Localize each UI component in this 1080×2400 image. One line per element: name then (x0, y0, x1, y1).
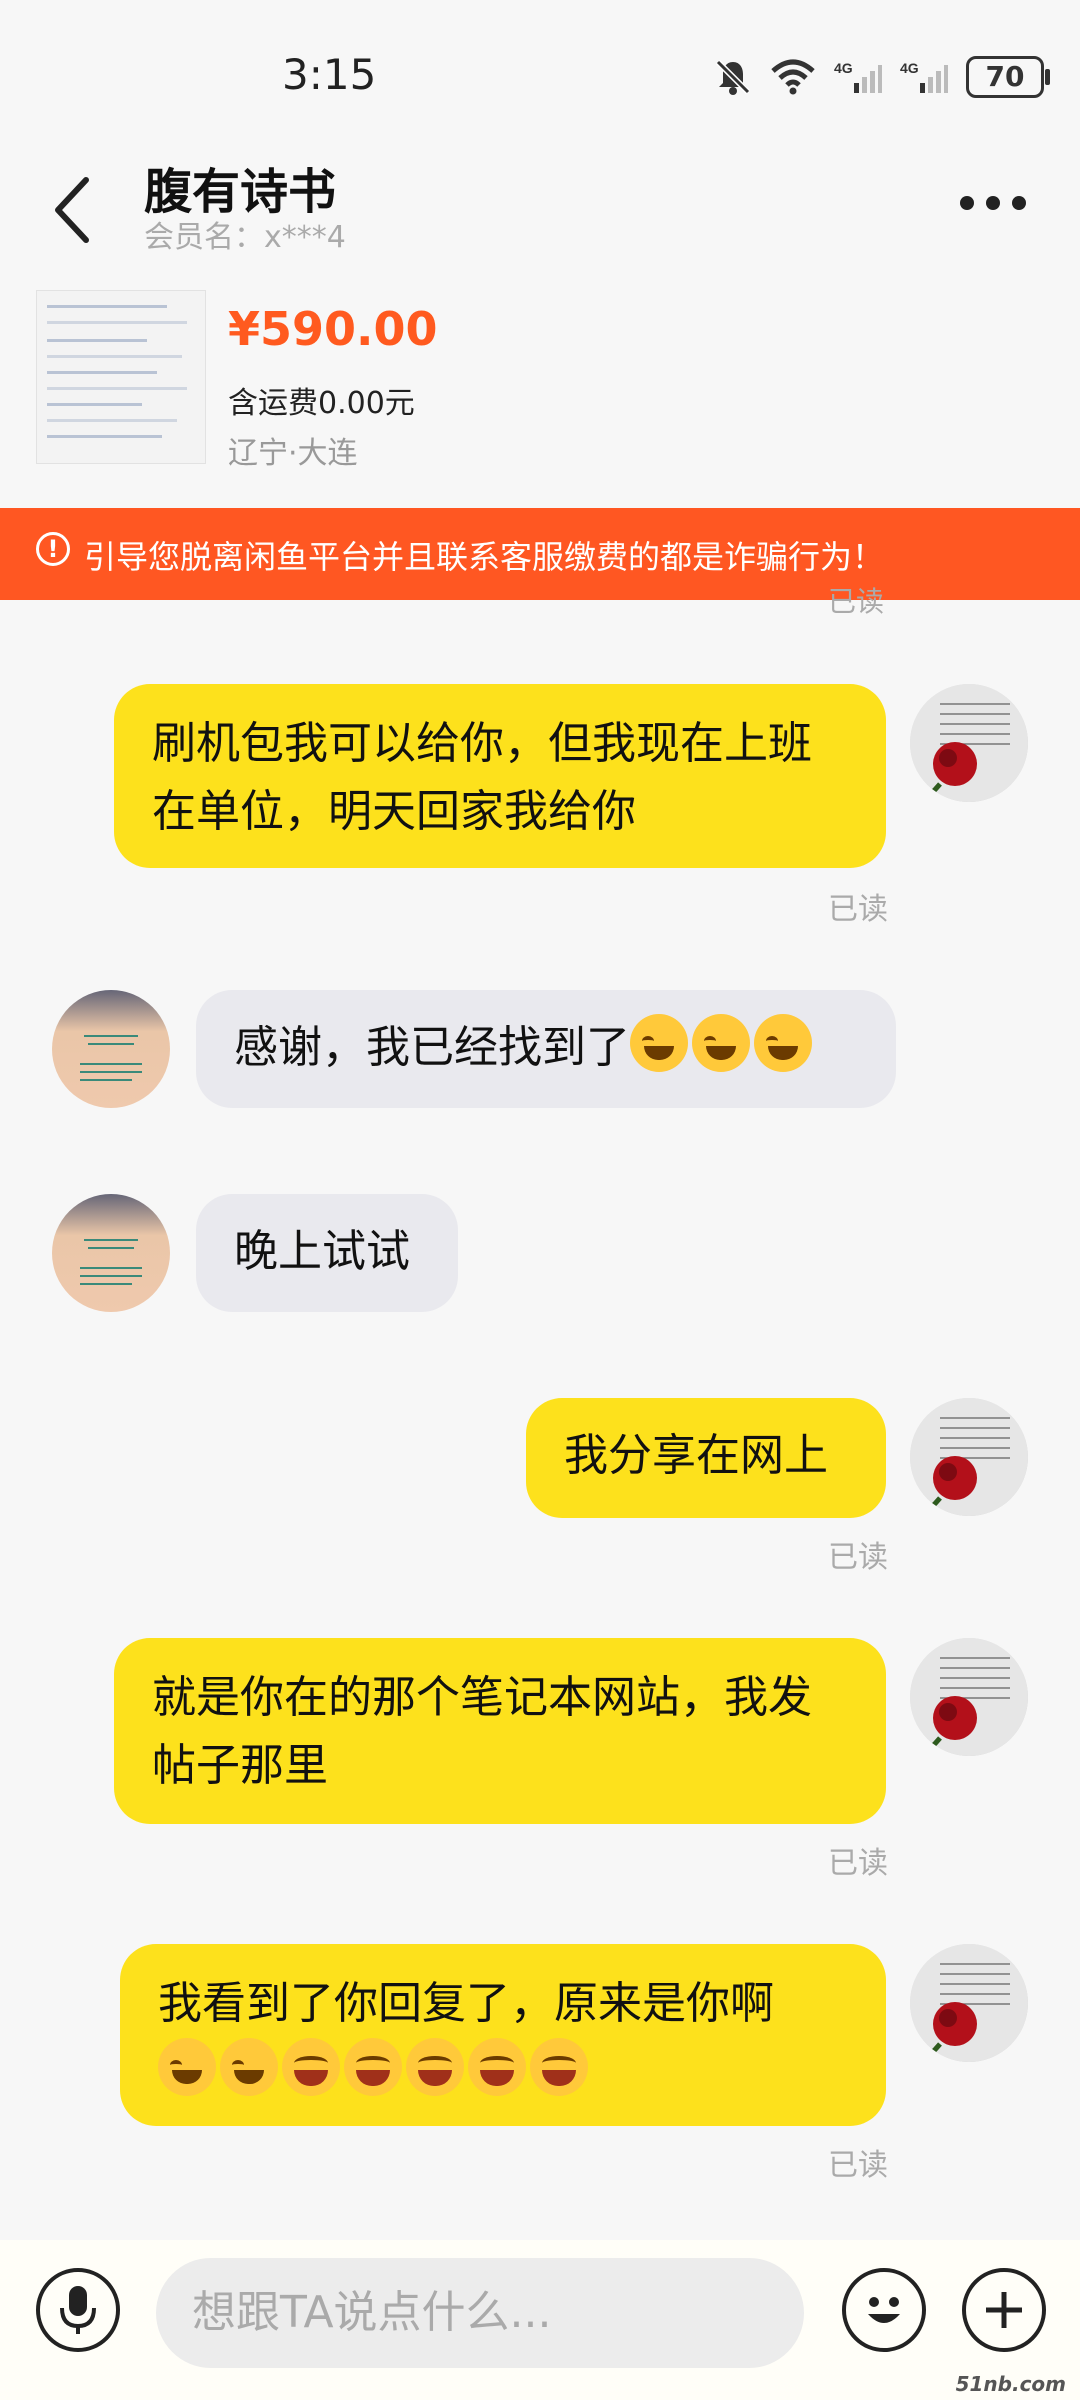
status-time: 3:15 (282, 50, 377, 99)
read-status: 已读 (828, 1540, 888, 1575)
crying-emoji-icon (220, 2038, 278, 2096)
plus-icon (986, 2292, 1022, 2328)
watermark: 51nb.com (955, 2372, 1066, 2396)
grinning-emoji-icon (468, 2038, 526, 2096)
rose-icon (910, 1944, 1028, 2062)
read-status: 已读 (828, 892, 888, 927)
member-name: 会员名：x***4 (144, 220, 346, 255)
more-dot-icon (1012, 196, 1026, 210)
more-options-button[interactable] (960, 188, 1032, 218)
read-status: 已读 (828, 2148, 888, 2183)
my-avatar[interactable] (910, 1398, 1028, 1516)
input-bar: 想跟TA说点什么... (0, 2240, 1080, 2400)
signal-icon-1: 4G (834, 60, 882, 93)
quote-card-icon (80, 1035, 142, 1081)
product-card[interactable]: ¥590.00 含运费0.00元 辽宁·大连 (0, 290, 1080, 490)
more-dot-icon (960, 196, 974, 210)
back-arrow-icon (55, 177, 89, 243)
rose-icon (910, 1638, 1028, 1756)
warning-text: 引导您脱离闲鱼平台并且联系客服缴费的都是诈骗行为！ (84, 538, 885, 576)
warning-icon: ! (36, 532, 70, 566)
message-text: 我看到了你回复了，原来是你啊 (158, 1978, 774, 2029)
seller-location: 辽宁·大连 (228, 436, 358, 471)
shipping-fee: 含运费0.00元 (228, 386, 415, 421)
message-input[interactable]: 想跟TA说点什么... (156, 2258, 804, 2368)
crying-emoji-icon (754, 1014, 812, 1072)
contact-avatar[interactable] (52, 1194, 170, 1312)
svg-text:4G: 4G (900, 60, 919, 76)
status-bar: 3:15 4G 4G 70 (0, 0, 1080, 150)
status-icons: 4G 4G 70 (714, 56, 1050, 98)
message-bubble-sent[interactable]: 刷机包我可以给你，但我现在上班在单位，明天回家我给你 (114, 684, 886, 868)
signal-icon-2: 4G (900, 60, 948, 93)
microphone-icon (60, 2286, 96, 2334)
grinning-emoji-icon (282, 2038, 340, 2096)
rose-icon (910, 684, 1028, 802)
product-thumbnail[interactable] (36, 290, 206, 464)
wifi-icon (771, 59, 815, 95)
message-bubble-sent[interactable]: 我看到了你回复了，原来是你啊 (120, 1944, 886, 2126)
message-bubble-received[interactable]: 晚上试试 (196, 1194, 458, 1312)
crying-emoji-icon (158, 2038, 216, 2096)
battery-icon: 70 (966, 56, 1050, 98)
rose-icon (910, 1398, 1028, 1516)
svg-text:4G: 4G (834, 60, 853, 76)
crying-emoji-icon (692, 1014, 750, 1072)
voice-input-button[interactable] (36, 2268, 120, 2352)
crying-emoji-icon (630, 1014, 688, 1072)
mute-bell-icon (715, 59, 751, 95)
grinning-emoji-icon (344, 2038, 402, 2096)
back-button[interactable] (46, 170, 106, 250)
message-bubble-received[interactable]: 感谢，我已经找到了 (196, 990, 896, 1108)
quote-card-icon (80, 1239, 142, 1285)
more-actions-button[interactable] (962, 2268, 1046, 2352)
my-avatar[interactable] (910, 1638, 1028, 1756)
chat-header: 腹有诗书 会员名：x***4 (0, 140, 1080, 270)
message-text: 感谢，我已经找到了 (234, 1022, 630, 1073)
grinning-emoji-icon (406, 2038, 464, 2096)
message-bubble-sent[interactable]: 我分享在网上 (526, 1398, 886, 1518)
fraud-warning-banner: ! 引导您脱离闲鱼平台并且联系客服缴费的都是诈骗行为！ (0, 508, 1080, 600)
smiley-icon (868, 2297, 900, 2323)
product-price: ¥590.00 (228, 302, 438, 356)
grinning-emoji-icon (530, 2038, 588, 2096)
my-avatar[interactable] (910, 684, 1028, 802)
read-status: 已读 (828, 585, 885, 618)
more-dot-icon (986, 196, 1000, 210)
contact-avatar[interactable] (52, 990, 170, 1108)
read-status: 已读 (828, 1846, 888, 1881)
emoji-button[interactable] (842, 2268, 926, 2352)
my-avatar[interactable] (910, 1944, 1028, 2062)
message-bubble-sent[interactable]: 就是你在的那个笔记本网站，我发帖子那里 (114, 1638, 886, 1824)
